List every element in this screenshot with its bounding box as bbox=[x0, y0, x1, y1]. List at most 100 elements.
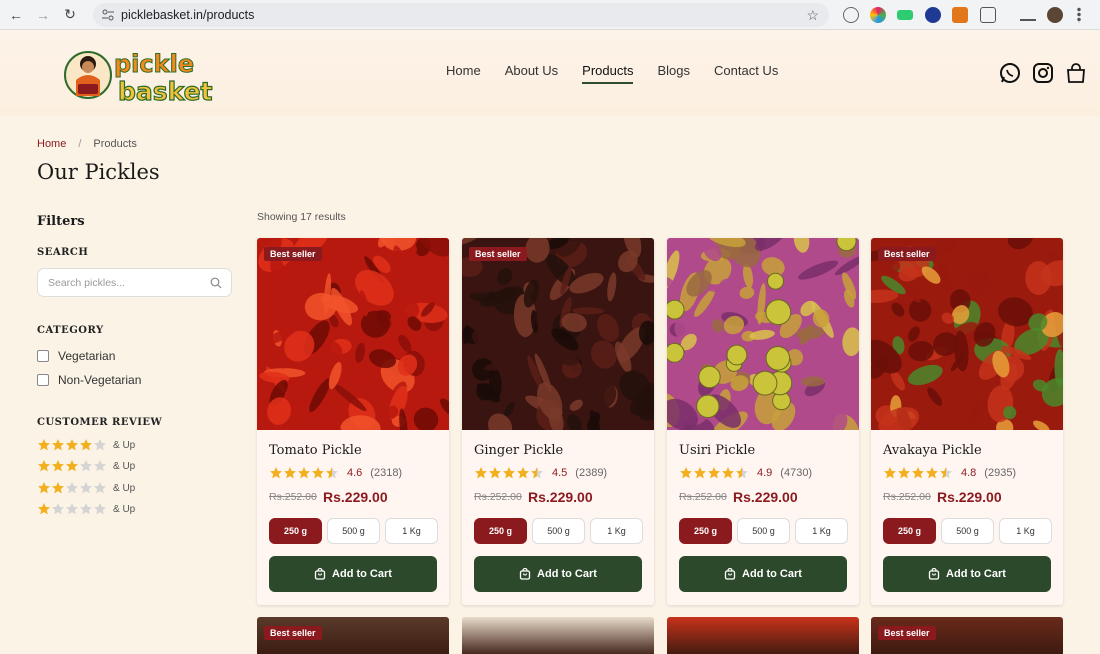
sale-price: Rs.229.00 bbox=[528, 489, 593, 505]
instagram-icon[interactable] bbox=[1032, 62, 1054, 84]
extension-icon[interactable] bbox=[843, 7, 859, 23]
weight-option[interactable]: 500 g bbox=[737, 518, 790, 544]
star-icon bbox=[66, 460, 78, 472]
weight-option[interactable]: 250 g bbox=[269, 518, 322, 544]
bookmark-star-icon[interactable]: ☆ bbox=[806, 7, 819, 24]
sale-price: Rs.229.00 bbox=[937, 489, 1002, 505]
rating-count: (2318) bbox=[370, 467, 403, 479]
product-name[interactable]: Usiri Pickle bbox=[679, 443, 755, 458]
category-label: CATEGORY bbox=[37, 325, 104, 336]
extension-icon[interactable] bbox=[897, 10, 913, 20]
rating-count: (2389) bbox=[575, 467, 608, 479]
review-suffix: & Up bbox=[113, 482, 136, 494]
original-price: Rs.252.00 bbox=[474, 491, 522, 503]
category-option-label: Vegetarian bbox=[58, 349, 116, 363]
nav-about-us[interactable]: About Us bbox=[505, 63, 558, 78]
best-seller-badge: Best seller bbox=[264, 626, 322, 640]
weight-option[interactable]: 500 g bbox=[532, 518, 585, 544]
browser-toolbar: ← → ↻ picklebasket.in/products ☆ bbox=[0, 0, 1100, 30]
weight-selector: 250 g 500 g1 Kg bbox=[883, 518, 1052, 544]
add-to-cart-button[interactable]: Add to Cart bbox=[269, 556, 437, 592]
extension-icon[interactable] bbox=[952, 7, 968, 23]
product-image[interactable] bbox=[667, 238, 859, 430]
product-rating: 4.8 (2935) bbox=[883, 466, 1016, 480]
review-filter-1-stars[interactable]: & Up bbox=[37, 502, 135, 516]
product-image-wrap[interactable]: Best seller bbox=[871, 238, 1063, 430]
avatar[interactable] bbox=[1047, 7, 1063, 23]
forward-icon[interactable]: → bbox=[32, 4, 54, 26]
star-icon bbox=[270, 467, 282, 479]
whatsapp-icon[interactable] bbox=[999, 62, 1021, 84]
weight-option[interactable]: 250 g bbox=[679, 518, 732, 544]
review-filter-3-stars[interactable]: & Up bbox=[37, 459, 135, 473]
breadcrumb-home[interactable]: Home bbox=[37, 138, 66, 150]
weight-option[interactable]: 250 g bbox=[883, 518, 936, 544]
address-bar[interactable]: picklebasket.in/products ☆ bbox=[93, 3, 829, 27]
star-icon bbox=[94, 503, 106, 515]
weight-option[interactable]: 1 Kg bbox=[590, 518, 643, 544]
site-settings-icon[interactable] bbox=[101, 8, 115, 22]
nav-blogs[interactable]: Blogs bbox=[657, 63, 690, 78]
product-card[interactable] bbox=[667, 617, 859, 654]
search-box bbox=[37, 268, 232, 297]
product-image[interactable] bbox=[257, 238, 449, 430]
extension-icon[interactable] bbox=[870, 7, 886, 23]
star-icon bbox=[517, 467, 529, 479]
product-image-wrap[interactable]: Best seller bbox=[257, 238, 449, 430]
product-card[interactable]: Best seller Tomato Pickle 4.6 (2318) Rs.252.… bbox=[257, 238, 449, 605]
weight-option[interactable]: 1 Kg bbox=[385, 518, 438, 544]
product-card[interactable]: Best seller bbox=[871, 617, 1063, 654]
best-seller-badge: Best seller bbox=[469, 247, 527, 261]
site-header: pickle basket Home About Us Products Blo… bbox=[0, 31, 1100, 116]
search-icon[interactable] bbox=[210, 277, 222, 289]
category-non-vegetarian[interactable]: Non-Vegetarian bbox=[37, 373, 141, 387]
best-seller-badge: Best seller bbox=[878, 626, 936, 640]
reload-icon[interactable]: ↻ bbox=[59, 4, 81, 26]
review-suffix: & Up bbox=[113, 439, 136, 451]
back-icon[interactable]: ← bbox=[5, 4, 27, 26]
results-count: Showing 17 results bbox=[257, 211, 346, 223]
product-image[interactable] bbox=[462, 238, 654, 430]
review-filter-2-stars[interactable]: & Up bbox=[37, 481, 135, 495]
product-name[interactable]: Ginger Pickle bbox=[474, 443, 563, 458]
star-icon bbox=[80, 460, 92, 472]
weight-option[interactable]: 1 Kg bbox=[999, 518, 1052, 544]
product-image-wrap[interactable]: Best seller bbox=[462, 238, 654, 430]
site-logo[interactable]: pickle basket bbox=[64, 40, 214, 110]
add-to-cart-button[interactable]: Add to Cart bbox=[679, 556, 847, 592]
weight-option[interactable]: 500 g bbox=[327, 518, 380, 544]
search-input[interactable] bbox=[48, 276, 208, 289]
nav-contact-us[interactable]: Contact Us bbox=[714, 63, 778, 78]
add-to-cart-button[interactable]: Add to Cart bbox=[474, 556, 642, 592]
weight-option[interactable]: 250 g bbox=[474, 518, 527, 544]
product-image-wrap[interactable] bbox=[667, 238, 859, 430]
puzzle-icon[interactable] bbox=[980, 7, 996, 23]
star-icon bbox=[66, 503, 78, 515]
weight-option[interactable]: 1 Kg bbox=[795, 518, 848, 544]
menu-kebab-icon[interactable] bbox=[1077, 7, 1081, 23]
review-filter-4-stars[interactable]: & Up bbox=[37, 438, 135, 452]
product-card[interactable] bbox=[462, 617, 654, 654]
svg-text:basket: basket bbox=[118, 77, 213, 106]
shopping-bag-icon[interactable] bbox=[1065, 62, 1087, 84]
product-card[interactable]: Best seller Ginger Pickle 4.5 (2389) Rs.252.… bbox=[462, 238, 654, 605]
original-price: Rs.252.00 bbox=[269, 491, 317, 503]
nav-products[interactable]: Products bbox=[582, 63, 634, 84]
download-icon[interactable] bbox=[1020, 7, 1036, 21]
product-name[interactable]: Avakaya Pickle bbox=[883, 443, 982, 458]
checkbox[interactable] bbox=[37, 374, 49, 386]
product-card[interactable]: Best seller bbox=[257, 617, 449, 654]
url-text[interactable]: picklebasket.in/products bbox=[121, 8, 254, 22]
extension-icon[interactable] bbox=[925, 7, 941, 23]
product-card[interactable]: Usiri Pickle 4.9 (4730) Rs.252.00 Rs.229.00 2… bbox=[667, 238, 859, 605]
checkbox[interactable] bbox=[37, 350, 49, 362]
weight-option[interactable]: 500 g bbox=[941, 518, 994, 544]
product-image[interactable] bbox=[871, 238, 1063, 430]
add-to-cart-button[interactable]: Add to Cart bbox=[883, 556, 1051, 592]
cart-bag-icon bbox=[314, 568, 326, 580]
star-icon bbox=[80, 503, 92, 515]
product-name[interactable]: Tomato Pickle bbox=[269, 443, 362, 458]
nav-home[interactable]: Home bbox=[446, 63, 481, 78]
product-card[interactable]: Best seller Avakaya Pickle 4.8 (2935) Rs.252… bbox=[871, 238, 1063, 605]
category-vegetarian[interactable]: Vegetarian bbox=[37, 349, 115, 363]
